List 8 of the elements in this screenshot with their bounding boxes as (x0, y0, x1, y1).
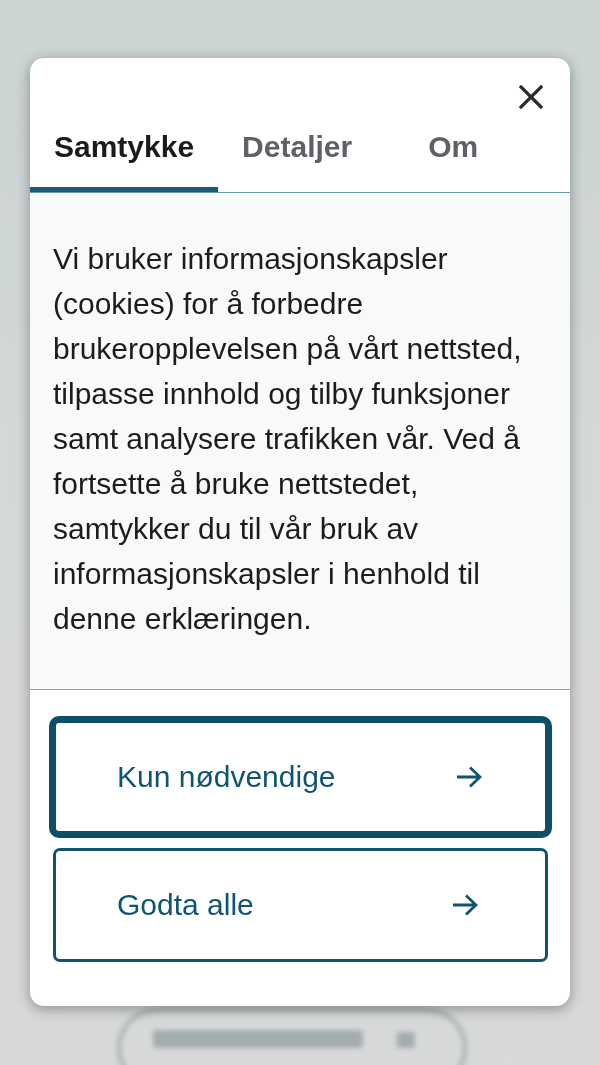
action-button[interactable]: Kun nødvendige (49, 716, 552, 838)
action-button[interactable]: Godta alle (53, 848, 548, 962)
arrow-icon (456, 766, 482, 788)
tab[interactable]: Om (376, 119, 531, 192)
tab[interactable]: Detaljer (218, 119, 377, 192)
arrow-icon (452, 894, 478, 916)
consent-message: Vi bruker informasjonskapsler (cookies) for å forbedre brukeropplevelsen på vårt nettsted, tilpasse innhold og tilby funksjoner samt analysere trafikken vår. Ved å fortsette å bruke nettstedet, samtykker du til vår bruk av informasjonskapsler i henhold til denne erklæringen. (53, 241, 523, 637)
close-icon (519, 85, 543, 109)
